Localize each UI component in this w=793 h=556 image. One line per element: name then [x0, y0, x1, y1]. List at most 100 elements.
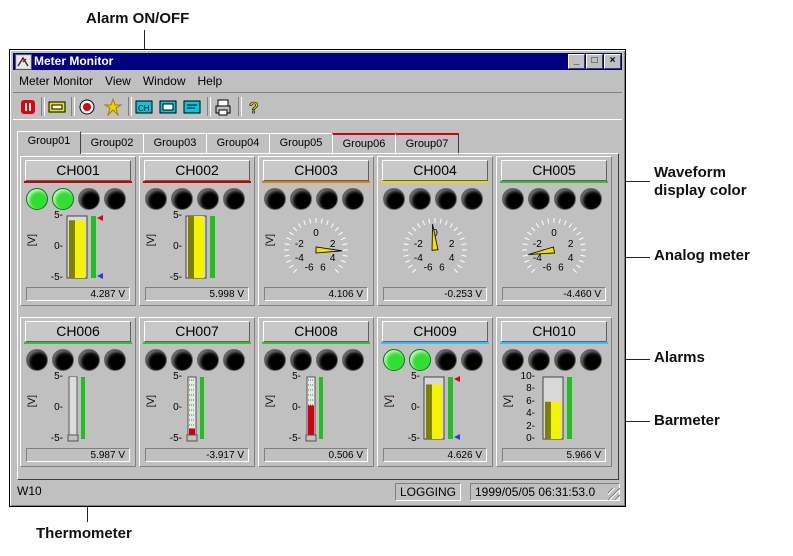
dial-tick [439, 218, 442, 224]
dial-label: -2 [533, 239, 542, 250]
alarm-lamps [145, 349, 251, 371]
dial-tick [572, 268, 577, 273]
channel-name: CH009 [382, 321, 488, 342]
tab-group03[interactable]: Group03 [143, 133, 207, 154]
alarm-lamps [383, 188, 489, 210]
callout-alarm-onoff: Alarm ON/OFF [86, 10, 190, 27]
dial-label: -6 [305, 263, 314, 274]
alarm-lamp-1 [502, 349, 524, 371]
tab-group02[interactable]: Group02 [80, 133, 144, 154]
alarm-lamps [502, 349, 608, 371]
waveform-color-bar [143, 342, 251, 344]
analog-meter: -2 0 2 -4 4 -6 6 [501, 214, 607, 284]
status-left: W10 [17, 484, 42, 498]
alarm-lamp-2 [528, 349, 550, 371]
channel-tile-ch009[interactable]: CH009 [V] 5- 0- -5- 4.626 V [377, 317, 493, 467]
dial-tick [580, 243, 586, 246]
tab-group07[interactable]: Group07 [395, 133, 459, 155]
channel-tile-ch002[interactable]: CH002 [V] 5- 0- -5- 5.998 V [139, 156, 255, 306]
channel-tile-ch004[interactable]: CH004 -2 0 2 -4 4 -6 6 -0.253 V [377, 156, 493, 306]
dial-tick [286, 237, 292, 241]
alarm-range-bar [319, 377, 323, 439]
channel-tile-ch005[interactable]: CH005 -2 0 2 -4 4 -6 6 -4.460 V [496, 156, 612, 306]
dial-tick [563, 220, 567, 226]
waveform-color-bar [381, 342, 489, 344]
close-button[interactable]: × [604, 54, 621, 69]
barmeter: [V] 5- 0- -5- [25, 210, 131, 284]
channel-tile-ch003[interactable]: CH003 -2 0 2 -4 4 -6 6 [V] 4.106 V [258, 156, 374, 306]
minimize-button[interactable]: _ [568, 54, 585, 69]
channel-tile-ch008[interactable]: CH008 [V] 5- 0- -5- 0.506 V [258, 317, 374, 467]
print-icon[interactable] [212, 97, 234, 116]
meter-icon[interactable] [46, 97, 68, 116]
tab-group05[interactable]: Group05 [269, 133, 333, 154]
title-bar[interactable]: Meter Monitor _ □ × [13, 53, 622, 70]
alarm-lamp-1 [502, 188, 524, 210]
menu-view[interactable]: View [99, 72, 137, 90]
alarm-lamp-1 [264, 188, 286, 210]
dial-tick [578, 237, 584, 241]
alarm-lamps [145, 188, 251, 210]
channel-name: CH006 [25, 321, 131, 342]
thermometer: [V] 5- 0- -5- [25, 371, 131, 445]
menu-window[interactable]: Window [137, 72, 192, 90]
tab-group01[interactable]: Group01 [17, 131, 81, 154]
tag-icon[interactable] [157, 97, 179, 116]
measured-value: 4.626 V [383, 448, 487, 462]
maximize-button[interactable]: □ [586, 54, 603, 69]
resize-grip[interactable] [608, 488, 620, 500]
alarm-lamp-4 [580, 188, 602, 210]
dial-tick [457, 231, 462, 236]
dial-tick [558, 218, 561, 224]
alarm-lamp-3 [78, 188, 100, 210]
menu-help[interactable]: Help [192, 72, 229, 90]
dial-label: -4 [295, 253, 304, 264]
alarm-lamp-3 [554, 188, 576, 210]
channel-tile-ch010[interactable]: CH010 [V] 10- 8- 6- 4- 2- 0- 5.966 V [496, 317, 612, 467]
toolbar: CH ? [13, 92, 622, 120]
dial-tick [524, 259, 530, 263]
dial-tick [334, 268, 339, 273]
alarm-range-bar [91, 216, 96, 278]
alarm-onoff-icon[interactable] [76, 97, 98, 116]
status-datetime: 1999/05/05 06:31:53.0 [470, 483, 620, 501]
flash-icon[interactable] [102, 97, 124, 116]
alarm-lamp-4 [580, 349, 602, 371]
tab-group06[interactable]: Group06 [332, 133, 396, 155]
waveform-color-bar [500, 342, 608, 344]
channel-name: CH007 [144, 321, 250, 342]
ch-icon[interactable]: CH [133, 97, 155, 116]
comment-icon[interactable] [181, 97, 203, 116]
alarm-lamp-1 [383, 349, 405, 371]
dial-label: 4 [449, 253, 455, 264]
dial-tick [320, 218, 323, 224]
alarm-lamp-3 [78, 349, 100, 371]
tab-group04[interactable]: Group04 [206, 133, 270, 154]
menu-meter-monitor[interactable]: Meter Monitor [13, 72, 99, 90]
dial-tick [453, 268, 458, 273]
channel-name: CH005 [501, 160, 607, 181]
dial-tick [405, 237, 411, 241]
channel-tile-ch006[interactable]: CH006 [V] 5- 0- -5- 5.987 V [20, 317, 136, 467]
alarm-lamp-1 [26, 188, 48, 210]
alarm-lamp-4 [223, 349, 245, 371]
bar-fill [551, 401, 561, 439]
dial-tick [535, 223, 540, 228]
dial-label: -6 [424, 263, 433, 274]
channel-name: CH008 [263, 321, 369, 342]
alarm-lamp-4 [104, 188, 126, 210]
pause-icon[interactable] [17, 97, 39, 116]
dial-label: 2 [449, 239, 455, 250]
channel-tile-ch001[interactable]: CH001 [V] 5- 0- -5- 4.287 V [20, 156, 136, 306]
dial-tick [522, 254, 528, 257]
help-icon[interactable]: ? [243, 97, 265, 116]
channel-name: CH010 [501, 321, 607, 342]
dial-tick [342, 254, 348, 257]
callout-alarms: Alarms [654, 349, 705, 366]
alarm-lamp-2 [171, 188, 193, 210]
alarm-lamp-4 [461, 188, 483, 210]
unit-label: [V] [265, 234, 276, 247]
channel-tile-ch007[interactable]: CH007 [V] 5- 0- -5- -3.917 V [139, 317, 255, 467]
dial-label: -6 [543, 263, 552, 274]
waveform-color-bar [262, 181, 370, 183]
